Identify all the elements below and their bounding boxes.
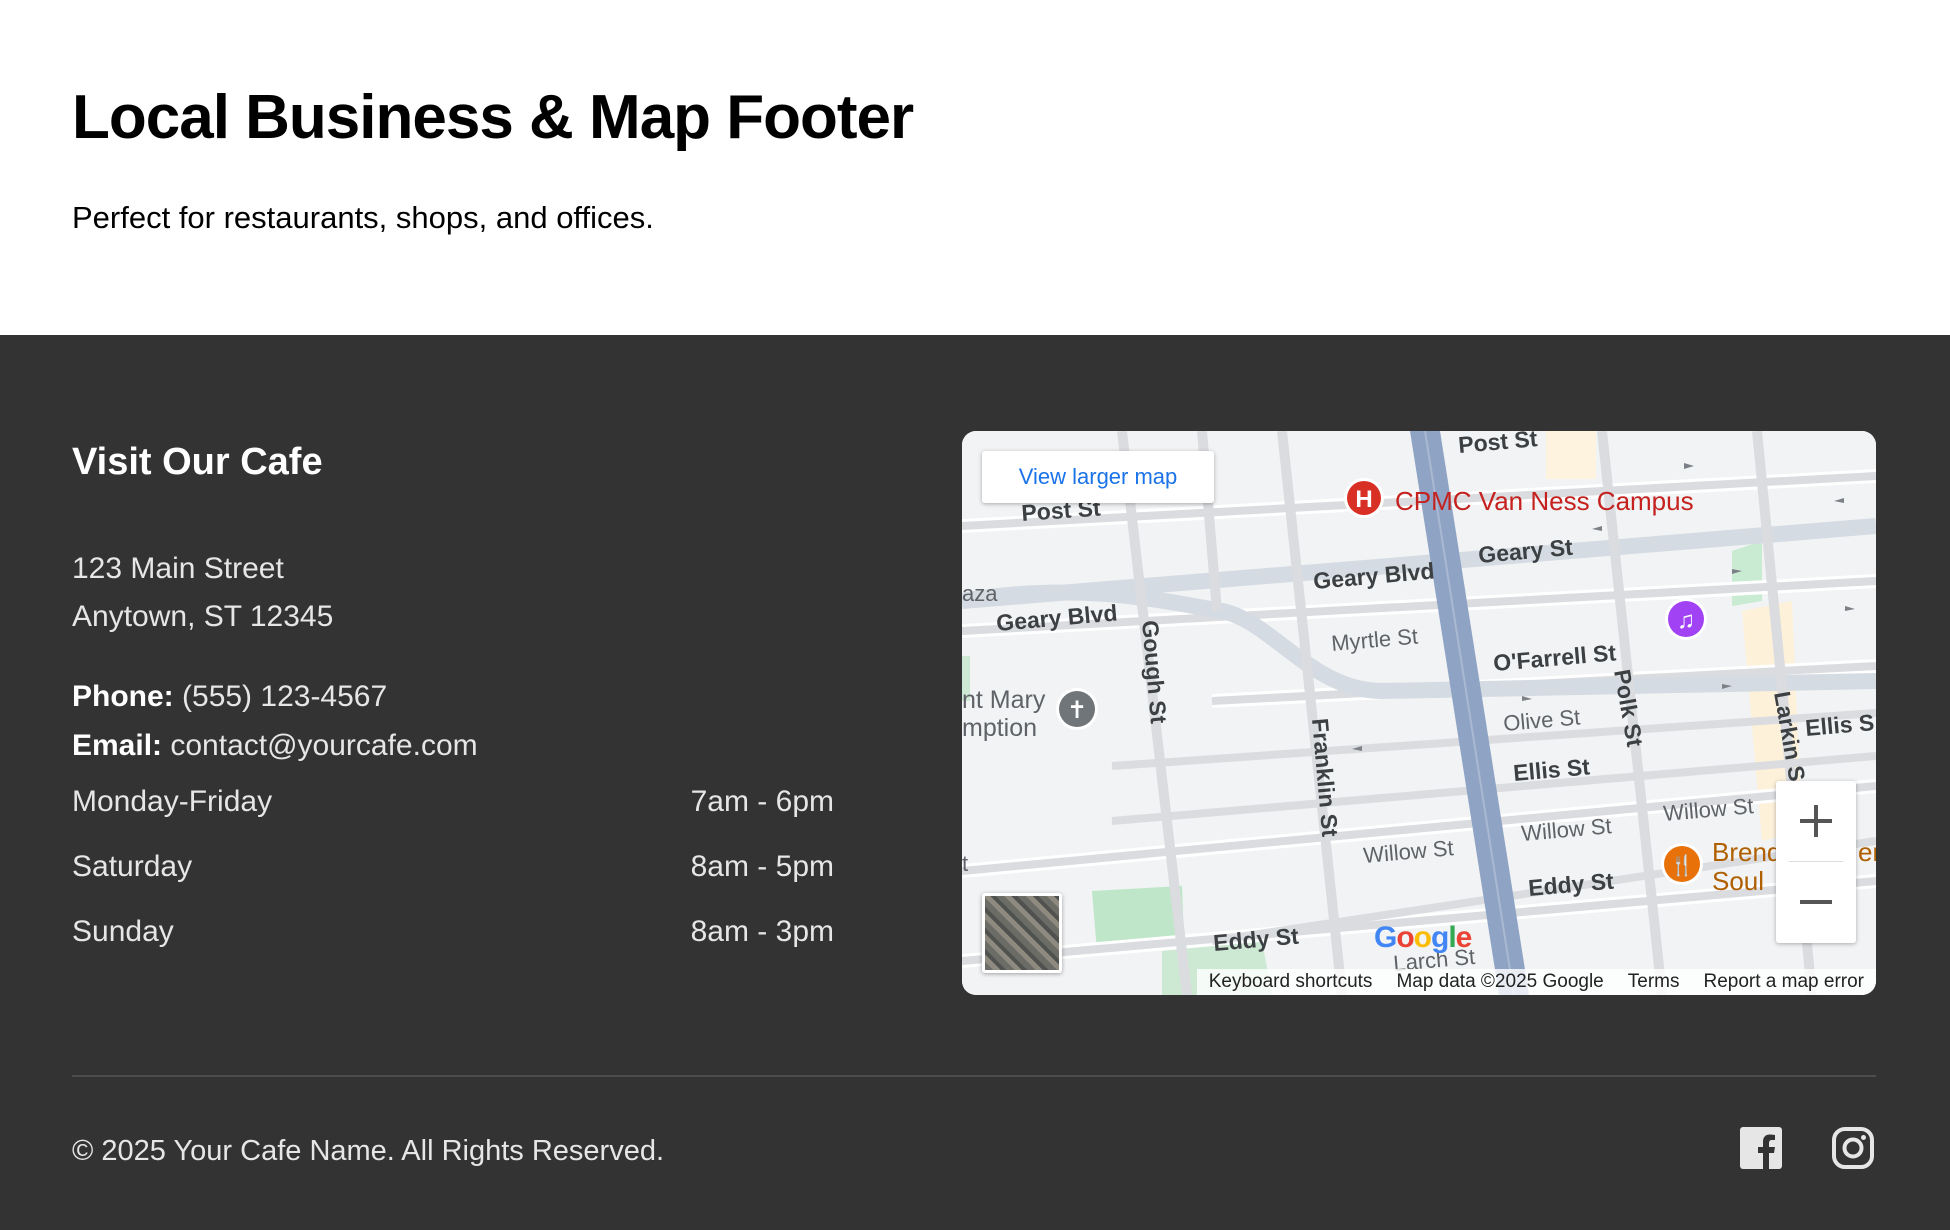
phone-label: Phone: bbox=[72, 680, 174, 713]
svg-text:H: H bbox=[1355, 486, 1372, 513]
street-label: t bbox=[962, 851, 968, 876]
hospital-label: CPMC Van Ness Campus bbox=[1395, 486, 1694, 516]
hours-row: Saturday 8am - 5pm bbox=[72, 847, 834, 912]
embedded-map[interactable]: Post St Post St Geary Blvd Geary Blvd Ge… bbox=[962, 431, 1876, 995]
page-subtitle: Perfect for restaurants, shops, and offi… bbox=[72, 200, 654, 235]
zoom-in-button[interactable] bbox=[1776, 781, 1856, 861]
email-link[interactable]: contact@yourcafe.com bbox=[170, 729, 477, 762]
terms-link[interactable]: Terms bbox=[1616, 971, 1692, 993]
address-block: 123 Main Street Anytown, ST 12345 bbox=[72, 545, 333, 641]
social-links bbox=[1738, 1125, 1876, 1171]
opening-hours: Monday-Friday 7am - 6pm Saturday 8am - 5… bbox=[72, 782, 834, 977]
phone-number[interactable]: (555) 123-4567 bbox=[182, 680, 387, 713]
church-label: mption bbox=[962, 714, 1037, 742]
hours-row: Monday-Friday 7am - 6pm bbox=[72, 782, 834, 847]
report-error-link[interactable]: Report a map error bbox=[1691, 971, 1876, 993]
map-data-label: Map data ©2025 Google bbox=[1396, 971, 1604, 992]
restaurant-label: er bbox=[1858, 837, 1876, 867]
contact-block: Phone: (555) 123-4567 Email: contact@you… bbox=[72, 672, 478, 770]
hours-time: 7am - 6pm bbox=[690, 785, 834, 818]
hours-day: Saturday bbox=[72, 850, 193, 883]
address-line-1: 123 Main Street bbox=[72, 552, 284, 585]
zoom-controls bbox=[1776, 781, 1856, 943]
phone-row: Phone: (555) 123-4567 bbox=[72, 672, 478, 721]
address-line-2: Anytown, ST 12345 bbox=[72, 600, 334, 633]
satellite-toggle-button[interactable] bbox=[982, 893, 1062, 973]
zoom-out-button[interactable] bbox=[1776, 862, 1856, 942]
email-row: Email: contact@yourcafe.com bbox=[72, 721, 478, 770]
hours-day: Monday-Friday bbox=[72, 785, 273, 818]
footer-divider bbox=[72, 1075, 1876, 1077]
page-title: Local Business & Map Footer bbox=[72, 83, 914, 152]
music-venue-marker[interactable]: ♫ bbox=[1665, 598, 1707, 640]
instagram-link[interactable] bbox=[1830, 1125, 1876, 1171]
restaurant-label: Brend bbox=[1712, 837, 1781, 867]
minus-icon bbox=[1800, 900, 1832, 904]
plus-icon bbox=[1800, 805, 1832, 837]
svg-text:✝: ✝ bbox=[1067, 697, 1087, 724]
map-attribution-bar: Keyboard shortcuts Map data ©2025 Google… bbox=[1196, 969, 1876, 995]
footer-heading: Visit Our Cafe bbox=[72, 441, 323, 483]
facebook-icon bbox=[1740, 1127, 1782, 1169]
church-label: nt Mary bbox=[962, 686, 1046, 714]
hours-time: 8am - 5pm bbox=[690, 850, 834, 883]
hours-row: Sunday 8am - 3pm bbox=[72, 912, 834, 977]
site-footer: Visit Our Cafe 123 Main Street Anytown, … bbox=[0, 335, 1950, 1230]
google-logo: Google bbox=[1374, 921, 1472, 954]
email-label: Email: bbox=[72, 729, 163, 762]
facebook-link[interactable] bbox=[1738, 1125, 1784, 1171]
street-label: aza bbox=[962, 581, 998, 606]
svg-text:🍴: 🍴 bbox=[1670, 853, 1695, 877]
copyright-text: © 2025 Your Cafe Name. All Rights Reserv… bbox=[72, 1135, 665, 1167]
hours-time: 8am - 3pm bbox=[690, 915, 834, 948]
hero-section: Local Business & Map Footer Perfect for … bbox=[0, 0, 1950, 335]
svg-text:♫: ♫ bbox=[1677, 607, 1695, 634]
view-larger-map-button[interactable]: View larger map bbox=[982, 451, 1214, 503]
instagram-icon bbox=[1832, 1127, 1874, 1169]
keyboard-shortcuts-link[interactable]: Keyboard shortcuts bbox=[1197, 971, 1385, 993]
hours-day: Sunday bbox=[72, 915, 174, 948]
restaurant-label: Soul bbox=[1712, 866, 1764, 896]
map-canvas[interactable]: Post St Post St Geary Blvd Geary Blvd Ge… bbox=[962, 431, 1876, 995]
